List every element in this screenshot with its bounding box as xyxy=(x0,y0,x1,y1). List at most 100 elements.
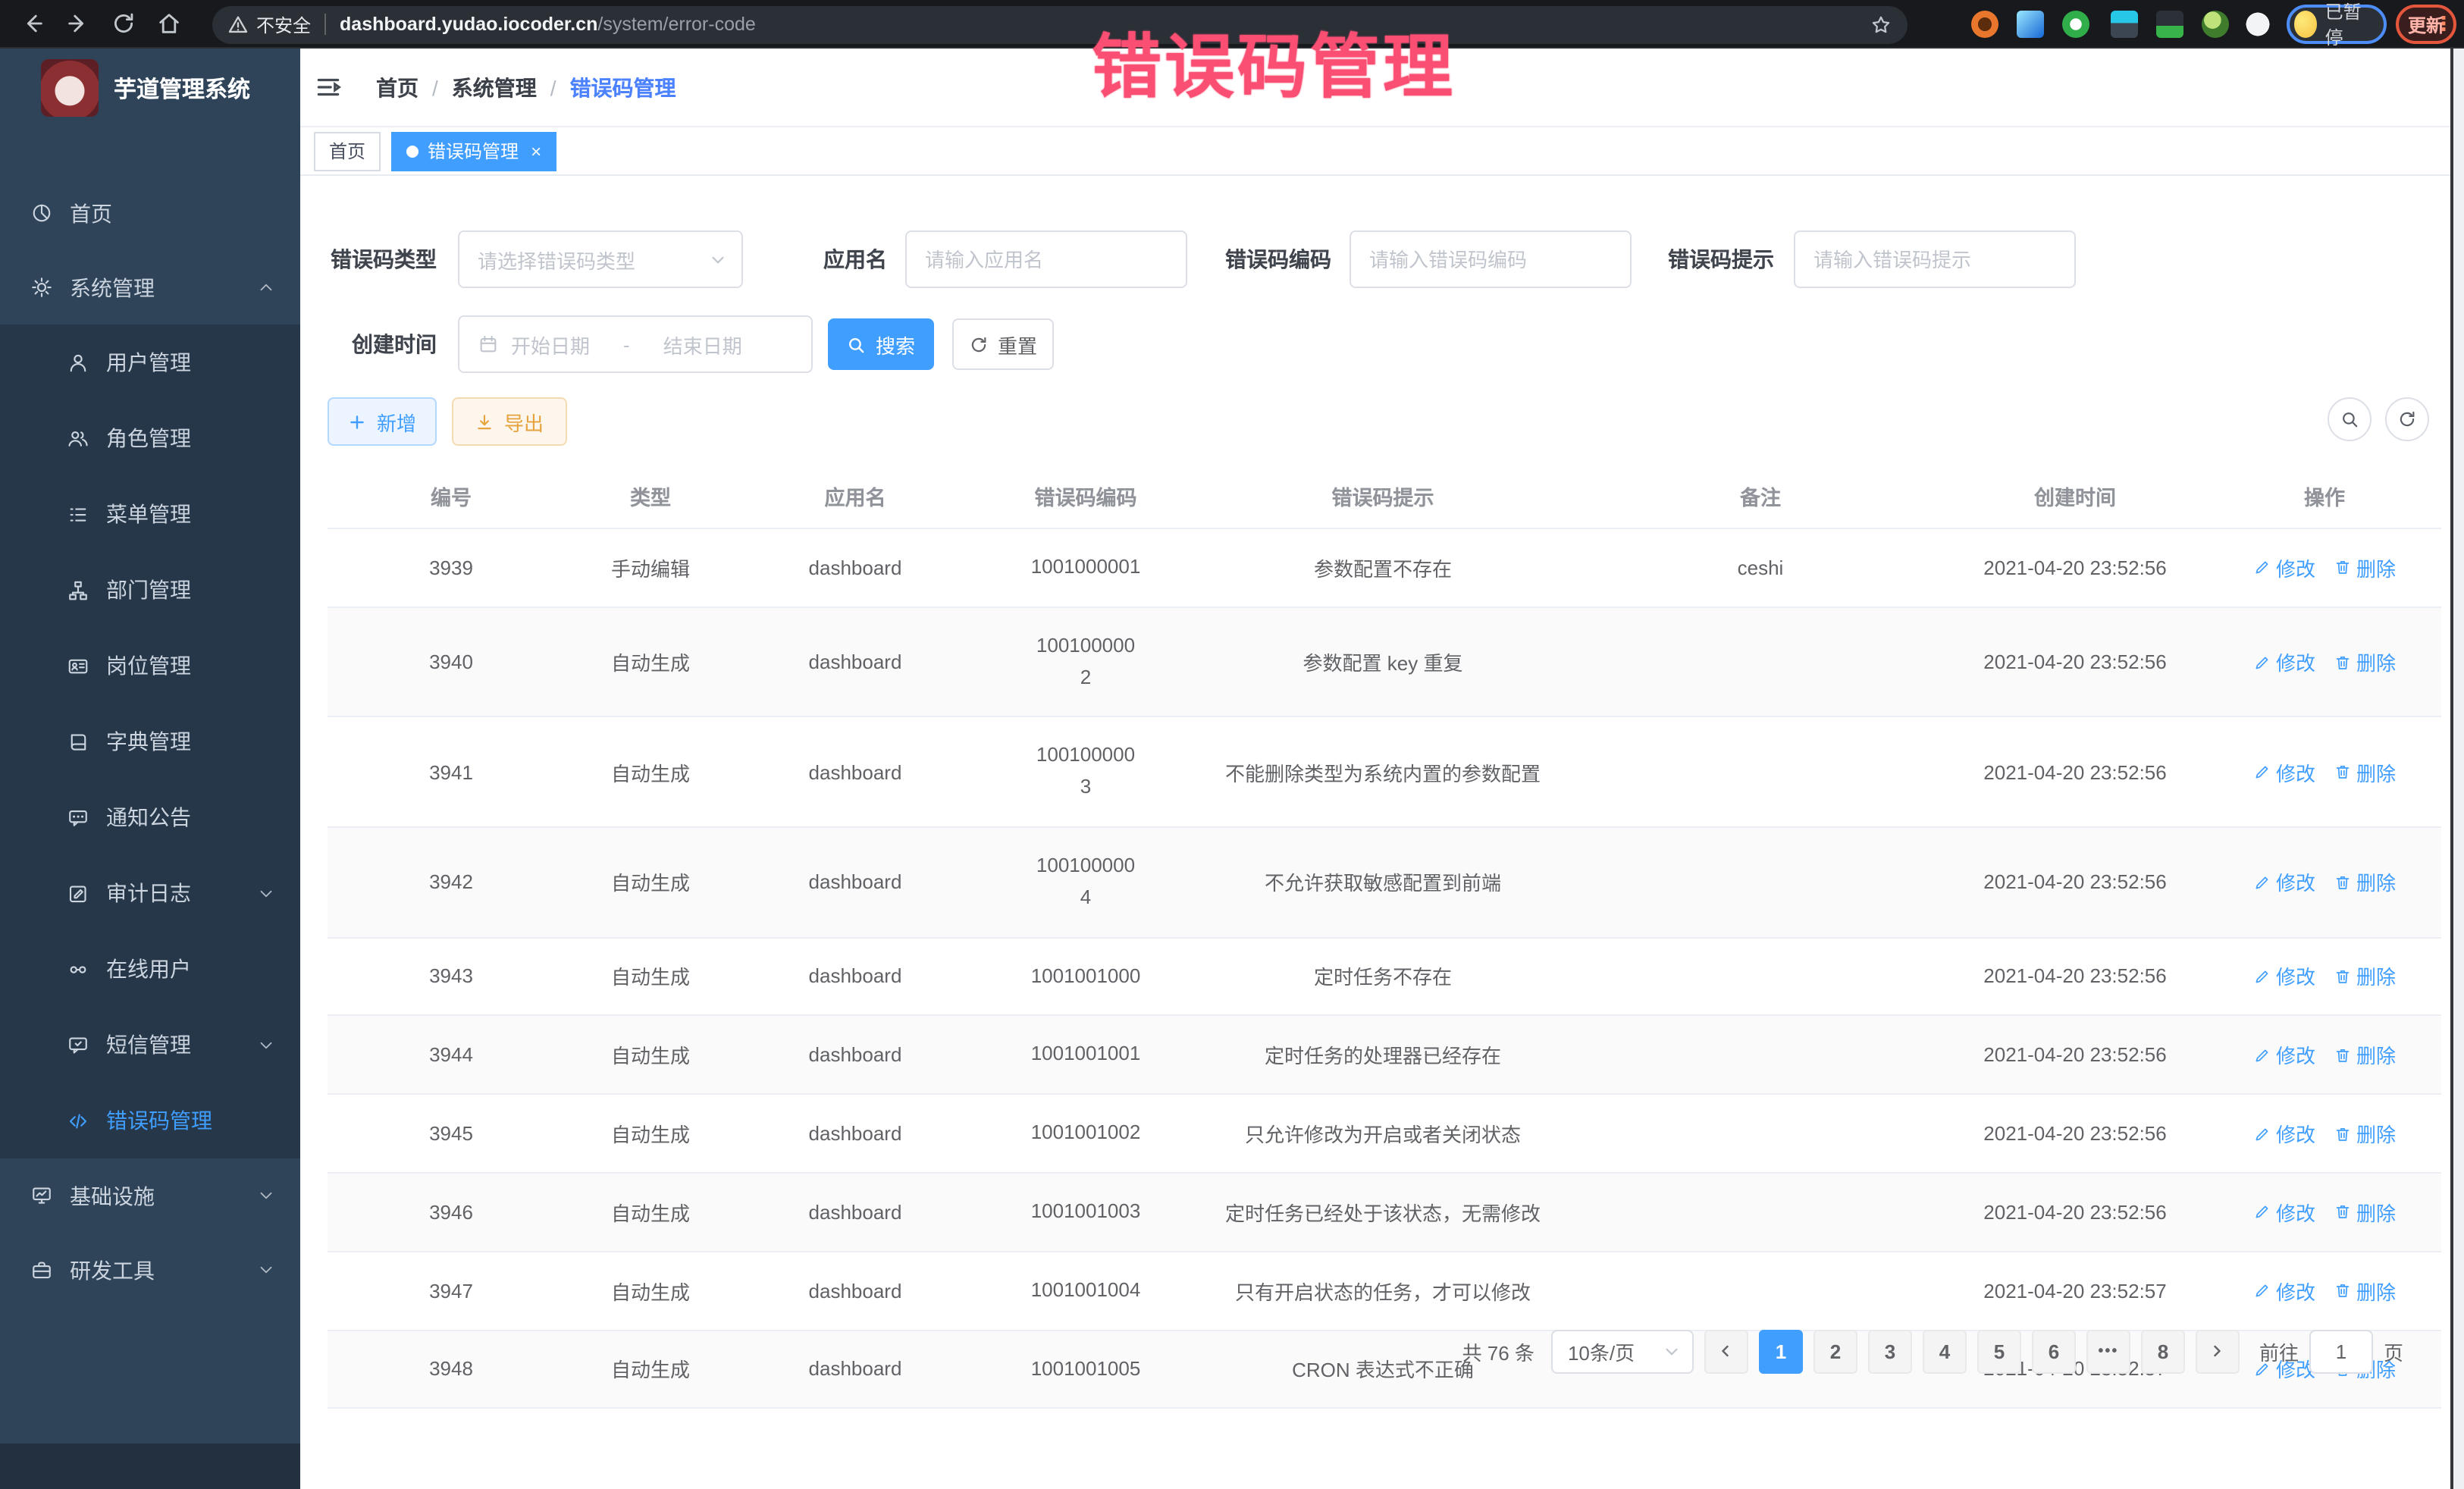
error-code-input[interactable] xyxy=(1369,248,1612,271)
sidebar-item-研发工具[interactable]: 研发工具 xyxy=(0,1233,300,1307)
delete-link[interactable]: 删除 xyxy=(2334,1041,2396,1070)
error-hint-input[interactable] xyxy=(1814,248,2056,271)
page-button-4[interactable]: 4 xyxy=(1923,1329,1967,1373)
page-button-5[interactable]: 5 xyxy=(1977,1329,2021,1373)
home-icon[interactable] xyxy=(156,11,182,36)
delete-link[interactable]: 删除 xyxy=(2334,1276,2396,1305)
pencil-icon xyxy=(2253,1124,2271,1143)
sidebar-item-用户管理[interactable]: 用户管理 xyxy=(0,324,300,400)
page-size-select[interactable]: 10条/页 xyxy=(1551,1329,1694,1373)
extension-green-icon[interactable] xyxy=(2062,11,2089,38)
edit-link[interactable]: 修改 xyxy=(2253,1041,2315,1070)
delete-link[interactable]: 删除 xyxy=(2334,1198,2396,1227)
edit-link[interactable]: 修改 xyxy=(2253,962,2315,991)
extension-key-icon[interactable] xyxy=(2202,11,2229,38)
edit-link[interactable]: 修改 xyxy=(2253,1198,2315,1227)
filter-create-time-label: 创建时间 xyxy=(315,315,437,373)
sidebar-item-字典管理[interactable]: 字典管理 xyxy=(0,704,300,779)
extension-on-badge-icon[interactable] xyxy=(2156,11,2183,38)
sidebar-item-label: 菜单管理 xyxy=(106,499,191,529)
sidebar-collapse-bar[interactable] xyxy=(0,1444,300,1489)
sidebar-item-label: 研发工具 xyxy=(70,1255,155,1285)
sidebar-item-基础设施[interactable]: 基础设施 xyxy=(0,1158,300,1233)
tab-错误码管理[interactable]: 错误码管理× xyxy=(391,131,556,171)
breadcrumb-item-错误码管理[interactable]: 错误码管理 xyxy=(570,72,676,102)
sidebar-item-短信管理[interactable]: 短信管理 xyxy=(0,1007,300,1083)
reload-icon[interactable] xyxy=(111,11,136,36)
cell-code: 100100000 2 xyxy=(984,607,1187,717)
breadcrumb-item-首页[interactable]: 首页 xyxy=(376,72,419,102)
search-icon xyxy=(847,334,867,354)
screen: 不安全 dashboard.yudao.iocoder.cn/system/er… xyxy=(0,0,2464,1489)
extension-grid-icon[interactable] xyxy=(2111,11,2138,38)
trash-icon xyxy=(2334,763,2352,781)
search-button[interactable]: 搜索 xyxy=(828,318,934,370)
error-code-input-box[interactable] xyxy=(1350,230,1632,288)
sidebar-item-首页[interactable]: 首页 xyxy=(0,176,300,250)
page-scrollbar[interactable] xyxy=(2450,49,2464,1489)
back-icon[interactable] xyxy=(20,11,45,36)
page-button-1[interactable]: 1 xyxy=(1759,1329,1803,1373)
cell-remark xyxy=(1578,1016,1942,1095)
tab-首页[interactable]: 首页 xyxy=(314,131,381,171)
table-search-toggle-button[interactable] xyxy=(2328,397,2372,441)
page-button-3[interactable]: 3 xyxy=(1868,1329,1912,1373)
sidebar-item-菜单管理[interactable]: 菜单管理 xyxy=(0,476,300,552)
extensions-puzzle-icon[interactable] xyxy=(2244,11,2271,38)
menu-list-icon xyxy=(67,503,89,525)
edit-link[interactable]: 修改 xyxy=(2253,647,2315,676)
sidebar-item-在线用户[interactable]: 在线用户 xyxy=(0,931,300,1007)
forward-icon[interactable] xyxy=(65,11,91,36)
sidebar-item-审计日志[interactable]: 审计日志 xyxy=(0,855,300,931)
reset-button[interactable]: 重置 xyxy=(952,318,1054,370)
sidebar-item-通知公告[interactable]: 通知公告 xyxy=(0,779,300,855)
pencil-icon xyxy=(2253,1203,2271,1221)
date-range-picker[interactable]: 开始日期 - 结束日期 xyxy=(458,315,813,373)
browser-profile-chip[interactable]: 已暂停 xyxy=(2287,5,2387,44)
page-more-button[interactable]: ••• xyxy=(2086,1329,2130,1373)
goto-page-input[interactable] xyxy=(2309,1329,2373,1373)
error-hint-input-box[interactable] xyxy=(1794,230,2076,288)
edit-link[interactable]: 修改 xyxy=(2253,1119,2315,1148)
sidebar-item-系统管理[interactable]: 系统管理 xyxy=(0,250,300,324)
sidebar-item-角色管理[interactable]: 角色管理 xyxy=(0,400,300,476)
table-refresh-button[interactable] xyxy=(2385,397,2429,441)
notice-icon xyxy=(67,806,89,829)
prev-page-button[interactable] xyxy=(1704,1329,1748,1373)
edit-link[interactable]: 修改 xyxy=(2253,1276,2315,1305)
cell-type: 自动生成 xyxy=(575,937,726,1016)
error-type-select[interactable]: 请选择错误码类型 xyxy=(458,230,743,288)
delete-link[interactable]: 删除 xyxy=(2334,647,2396,676)
delete-link[interactable]: 删除 xyxy=(2334,757,2396,786)
table-row: 3940自动生成dashboard100100000 2参数配置 key 重复2… xyxy=(328,607,2441,717)
hamburger-icon[interactable] xyxy=(314,73,343,102)
reset-button-label: 重置 xyxy=(998,330,1037,359)
next-page-button[interactable] xyxy=(2196,1329,2240,1373)
bookmark-star-icon[interactable] xyxy=(1870,13,1892,36)
app-name-input[interactable] xyxy=(925,248,1168,271)
delete-link[interactable]: 删除 xyxy=(2334,1119,2396,1148)
delete-link[interactable]: 删除 xyxy=(2334,553,2396,582)
logo-row[interactable]: 芋道管理系统 xyxy=(0,49,300,127)
browser-menu-dots-icon[interactable]: ⋮ xyxy=(2434,12,2453,36)
chevron-down-icon xyxy=(1662,1341,1682,1361)
edit-link[interactable]: 修改 xyxy=(2253,553,2315,582)
delete-link[interactable]: 删除 xyxy=(2334,868,2396,897)
app-name-input-box[interactable] xyxy=(905,230,1187,288)
breadcrumb-item-系统管理[interactable]: 系统管理 xyxy=(452,72,537,102)
extension-orange-icon[interactable] xyxy=(1971,11,1998,38)
sidebar-item-部门管理[interactable]: 部门管理 xyxy=(0,552,300,628)
page-button-2[interactable]: 2 xyxy=(1814,1329,1857,1373)
delete-link[interactable]: 删除 xyxy=(2334,962,2396,991)
add-button[interactable]: 新增 xyxy=(328,397,437,446)
sidebar-item-岗位管理[interactable]: 岗位管理 xyxy=(0,628,300,704)
sidebar-item-label: 错误码管理 xyxy=(106,1105,212,1136)
tab-close-icon[interactable]: × xyxy=(531,140,541,161)
export-button[interactable]: 导出 xyxy=(452,397,567,446)
edit-link[interactable]: 修改 xyxy=(2253,757,2315,786)
page-button-6[interactable]: 6 xyxy=(2032,1329,2076,1373)
page-button-8[interactable]: 8 xyxy=(2141,1329,2185,1373)
extension-gem-icon[interactable] xyxy=(2017,11,2044,38)
sidebar-item-错误码管理[interactable]: 错误码管理 xyxy=(0,1083,300,1158)
edit-link[interactable]: 修改 xyxy=(2253,868,2315,897)
